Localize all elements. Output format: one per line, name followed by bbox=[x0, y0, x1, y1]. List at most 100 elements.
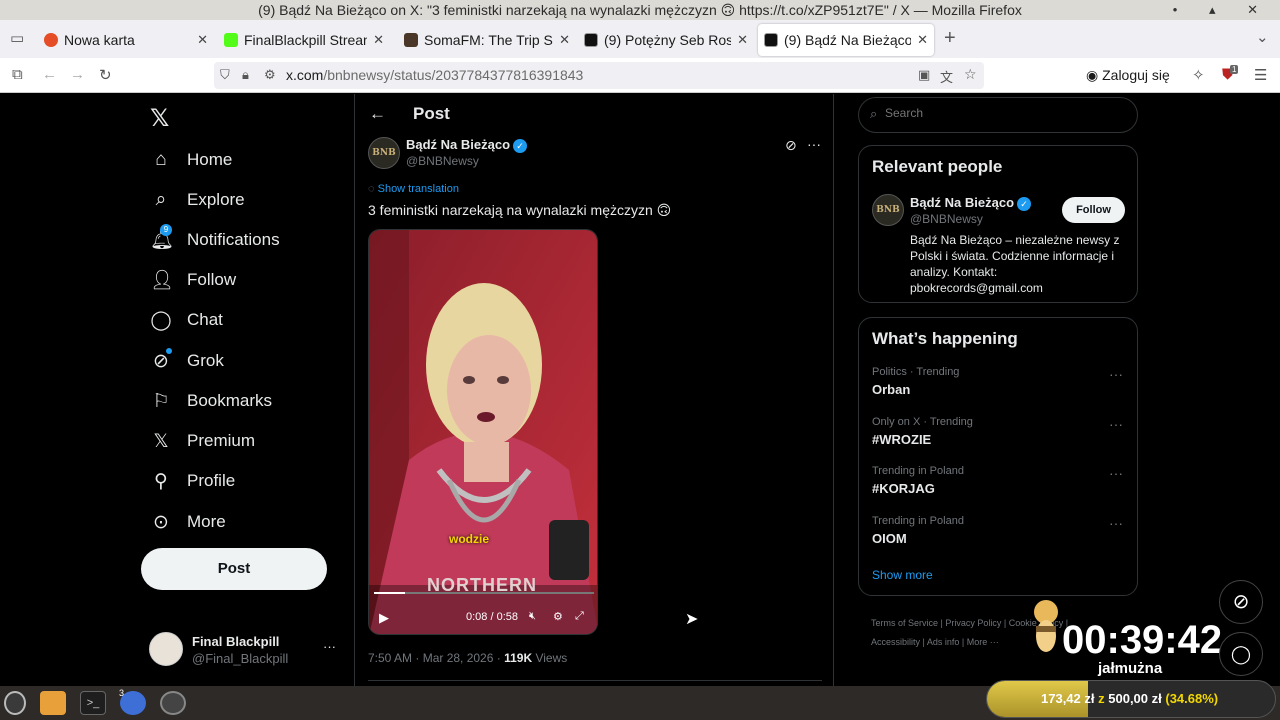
x-page: 𝕏 ⌂ Home ⌕ Explore 🔔︎ 9 Notifications 👤︎… bbox=[0, 94, 1280, 686]
sidebar-item-notifications[interactable]: 🔔︎ 9 Notifications bbox=[150, 224, 280, 255]
relevant-name-row[interactable]: Bądź Na Bieżąco ✓ bbox=[910, 195, 1032, 211]
post-more-icon[interactable]: ··· bbox=[807, 136, 821, 152]
footer-link[interactable]: Privacy Policy bbox=[945, 618, 1001, 628]
search-box[interactable]: ⌕ bbox=[858, 97, 1138, 133]
sidebar-item-label: Bookmarks bbox=[187, 391, 273, 410]
tab-close-icon[interactable]: ✕ bbox=[373, 32, 384, 48]
obs-icon[interactable] bbox=[160, 691, 186, 715]
trend-item[interactable]: Trending in Poland OIOM ··· bbox=[859, 513, 1137, 559]
follow-button[interactable]: Follow bbox=[1062, 197, 1125, 223]
tab-favicon bbox=[44, 33, 58, 47]
account-switcher[interactable]: Final Blackpill @Final_Blackpill ··· bbox=[141, 626, 351, 670]
trend-more-icon[interactable]: ··· bbox=[1109, 416, 1123, 432]
sidebar-item-label: Chat bbox=[187, 310, 223, 329]
trend-more-icon[interactable]: ··· bbox=[1109, 465, 1123, 481]
tab-overview-icon[interactable]: ▭ bbox=[10, 29, 24, 47]
tab-badz-na-biezaco[interactable]: (9) Bądź Na Bieżąco ✕ bbox=[758, 24, 934, 56]
footer-link[interactable]: More ··· bbox=[967, 637, 999, 647]
play-icon[interactable]: ▶ bbox=[379, 610, 389, 626]
back-icon[interactable]: ← bbox=[42, 66, 57, 83]
sidebar-item-label: Home bbox=[187, 150, 233, 169]
tab-close-icon[interactable]: ✕ bbox=[737, 32, 748, 48]
trend-more-icon[interactable]: ··· bbox=[1109, 515, 1123, 531]
trend-item[interactable]: Politics · Trending Orban ··· bbox=[859, 364, 1137, 410]
tab-somafm[interactable]: SomaFM: The Trip So ✕ bbox=[398, 24, 576, 56]
x-favicon bbox=[764, 33, 778, 47]
sidebar-item-chat[interactable]: ◯ Chat bbox=[150, 305, 223, 335]
author-name-row[interactable]: Bądź Na Bieżąco ✓ bbox=[406, 137, 528, 153]
start-menu-icon[interactable] bbox=[4, 691, 26, 715]
permissions-icon[interactable]: ⚙ bbox=[264, 67, 276, 83]
reload-icon[interactable]: ↻ bbox=[99, 66, 112, 84]
show-translation-link[interactable]: ◌ Show translation bbox=[368, 183, 459, 195]
translate-icon[interactable]: 文 bbox=[940, 67, 953, 86]
tab-close-icon[interactable]: ✕ bbox=[197, 32, 208, 48]
url-bar[interactable]: ⛉ 🔒︎ ⚙ x.com/bnbnewsy/status/20377843778… bbox=[214, 62, 984, 89]
url-text[interactable]: x.com/bnbnewsy/status/203778437781639184… bbox=[286, 67, 583, 83]
sidebar-item-grok[interactable]: ⊘ Grok bbox=[150, 346, 224, 376]
grok-dot bbox=[166, 347, 172, 354]
url-path: /bnbnewsy/status/2037784377816391843 bbox=[323, 67, 584, 83]
donation-current: 173,42 zł bbox=[1041, 691, 1095, 706]
reader-view-icon[interactable]: ▣ bbox=[918, 67, 930, 83]
relevant-people-title: Relevant people bbox=[872, 157, 1003, 176]
lock-icon[interactable]: 🔒︎ bbox=[242, 67, 249, 83]
tab-label: Nowa karta bbox=[64, 32, 135, 48]
account-login-button[interactable]: ◉ Zaloguj się bbox=[1086, 67, 1170, 84]
account-more-icon[interactable]: ··· bbox=[323, 639, 336, 654]
forward-icon[interactable]: → bbox=[70, 66, 85, 83]
bookmark-star-icon[interactable]: ☆ bbox=[964, 66, 977, 83]
shield-icon[interactable]: ⛉ bbox=[220, 67, 230, 83]
extensions-icon[interactable]: ✧ bbox=[1192, 66, 1205, 84]
tab-nowa-karta[interactable]: Nowa karta ✕ bbox=[38, 24, 214, 56]
relevant-avatar[interactable]: BNB bbox=[872, 194, 904, 226]
fullscreen-icon[interactable]: ⤢ bbox=[575, 610, 584, 623]
trend-name: #WROZIE bbox=[872, 432, 932, 447]
sidebar-item-more[interactable]: ⊙ More bbox=[150, 507, 226, 537]
x-logo-icon[interactable]: 𝕏 bbox=[150, 104, 169, 133]
settings-gear-icon[interactable]: ⚙ bbox=[553, 610, 563, 623]
terminal-icon[interactable]: >_ bbox=[80, 691, 106, 715]
trend-more-icon[interactable]: ··· bbox=[1109, 366, 1123, 382]
grok-explain-icon[interactable]: ⊘ bbox=[785, 137, 797, 154]
tab-close-icon[interactable]: ✕ bbox=[559, 32, 570, 48]
footer-link[interactable]: Ads info bbox=[927, 637, 960, 647]
trend-name: #KORJAG bbox=[872, 481, 935, 496]
sidebar-item-follow[interactable]: 👤︎ Follow bbox=[150, 265, 236, 295]
mute-icon[interactable]: 🔇︎ bbox=[529, 610, 536, 623]
video-progress-fill[interactable] bbox=[374, 592, 405, 594]
sidebar-item-explore[interactable]: ⌕ Explore bbox=[150, 185, 245, 215]
sidebar-item-label: Notifications bbox=[187, 230, 280, 249]
trend-item[interactable]: Trending in Poland #KORJAG ··· bbox=[859, 463, 1137, 509]
tab-potezny-seb-ross[interactable]: (9) Potężny Seb Ross ✕ bbox=[578, 24, 754, 56]
tab-list-chevron-down-icon[interactable]: ⌄ bbox=[1256, 28, 1269, 46]
footer-link[interactable]: Terms of Service bbox=[871, 618, 938, 628]
video-player[interactable]: wodzie NORTHERN ▶ 0:08 / 0:58 🔇︎ ⚙ ⤢ bbox=[368, 229, 598, 635]
sidebar-item-label: Follow bbox=[187, 270, 237, 289]
tab-close-icon[interactable]: ✕ bbox=[917, 32, 928, 48]
menu-icon[interactable]: ☰ bbox=[1254, 66, 1267, 84]
footer-link[interactable]: Accessibility bbox=[871, 637, 920, 647]
messages-float-icon[interactable]: ◯ bbox=[1219, 632, 1263, 676]
relevant-name: Bądź Na Bieżąco bbox=[910, 195, 1015, 210]
post-button[interactable]: Post bbox=[141, 548, 327, 590]
file-manager-icon[interactable] bbox=[40, 691, 66, 715]
sidebar-item-label: More bbox=[187, 512, 226, 531]
window-titlebar: (9) Bądź Na Bieżąco on X: "3 feministki … bbox=[0, 0, 1280, 20]
sidebar-item-profile[interactable]: ⚲ Profile bbox=[150, 466, 235, 496]
back-arrow-icon[interactable]: ← bbox=[369, 104, 386, 124]
sidebar-item-premium[interactable]: 𝕏 Premium bbox=[150, 426, 255, 456]
new-tab-icon[interactable]: + bbox=[944, 27, 956, 50]
show-more-link[interactable]: Show more bbox=[872, 568, 933, 582]
author-handle[interactable]: @BNBNewsy bbox=[406, 154, 479, 168]
sidebar-item-home[interactable]: ⌂ Home bbox=[150, 145, 232, 175]
search-input[interactable] bbox=[885, 106, 1125, 120]
trend-item[interactable]: Only on X · Trending #WROZIE ··· bbox=[859, 414, 1137, 460]
sidebar-toggle-icon[interactable]: ⧉ bbox=[12, 66, 23, 83]
grok-float-icon[interactable]: ⊘ bbox=[1219, 580, 1263, 624]
sidebar-item-bookmarks[interactable]: ⚐ Bookmarks bbox=[150, 386, 272, 416]
donation-goal: 500,00 zł bbox=[1108, 691, 1162, 706]
tab-finalblackpill-stream[interactable]: FinalBlackpill Stream ✕ bbox=[218, 24, 390, 56]
author-avatar[interactable]: BNB bbox=[368, 137, 400, 169]
window-controls[interactable]: • ▴ ✕ bbox=[1173, 0, 1272, 20]
